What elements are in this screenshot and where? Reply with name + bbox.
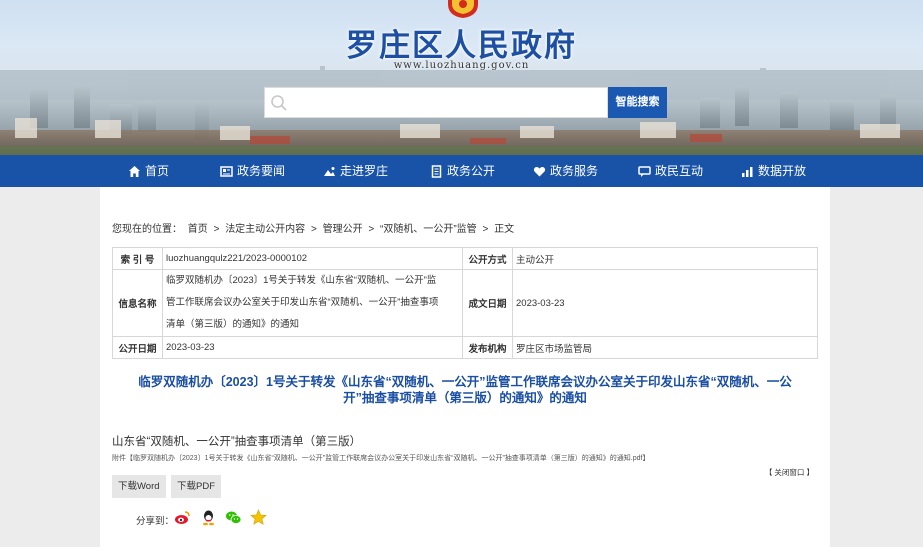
breadcrumb-separator: > [482,224,489,235]
close-window-link[interactable]: 【 关闭窗口 】 [765,467,814,478]
breadcrumb-separator: > [213,224,220,235]
nav-label: 首页 [145,164,170,178]
attachment-link[interactable]: 附件【临罗双随机办〔2023〕1号关于转发《山东省“双随机、一公开”监管工作联席… [112,453,649,463]
nav-label: 政务服务 [550,164,599,178]
nav-label: 政民互动 [655,164,704,178]
chart-icon [742,166,753,177]
document-title-line: 开”抽查事项清单（第三版）的通知》的通知 [343,391,587,405]
publisher-label: 发布机构 [462,336,513,359]
document-icon [431,164,442,178]
index-label: 索 引 号 [112,247,163,270]
qq-icon[interactable] [200,509,217,526]
table-row: 索 引 号 luozhuangqulz221/2023-0000102 公开方式… [112,247,818,270]
index-value: luozhuangqulz221/2023-0000102 [162,247,463,270]
breadcrumb-current: 正文 [494,224,515,235]
site-title: 罗庄区人民政府 [346,28,577,64]
nav-label: 政务要闻 [237,164,286,178]
info-name-line: 临罗双随机办〔2023〕1号关于转发《山东省“双随机、一公开”监 [166,275,437,286]
open-mode-label: 公开方式 [462,247,513,270]
document-title-line: 临罗双随机办〔2023〕1号关于转发《山东省“双随机、一公开”监管工作联席会议办… [138,375,792,389]
info-name-label: 信息名称 [112,269,163,337]
download-word-button[interactable]: 下载Word [112,475,166,498]
breadcrumb-separator: > [368,224,375,235]
published-date-label: 公开日期 [112,336,163,359]
breadcrumb-link-statutory[interactable]: 法定主动公开内容 [225,224,305,235]
nav-item-home[interactable]: 首页 [128,155,169,187]
share-label: 分享到： [136,516,175,527]
created-date-value: 2023-03-23 [512,269,818,337]
nav-item-open-gov[interactable]: 政务公开 [430,155,495,187]
wechat-icon[interactable] [225,509,242,526]
info-table: 索 引 号 luozhuangqulz221/2023-0000102 公开方式… [112,247,818,359]
newspaper-icon [220,165,233,177]
info-name-line: 管工作联席会议办公室关于印发山东省“双随机、一公开”抽查事项 [166,297,439,308]
download-pdf-button[interactable]: 下载PDF [171,475,222,498]
document-title: 临罗双随机办〔2023〕1号关于转发《山东省“双随机、一公开”监管工作联席会议办… [120,374,810,406]
site-url: www.luozhuang.gov.cn [393,60,530,71]
header-banner: 罗庄区人民政府 www.luozhuang.gov.cn 智能搜索 [0,0,923,155]
heart-icon [533,166,546,176]
nav-label: 数据开放 [758,164,807,178]
nav-label: 走进罗庄 [340,164,389,178]
chat-icon [638,165,651,177]
search-button[interactable]: 智能搜索 [608,87,667,118]
star-favorite-icon[interactable] [250,509,267,526]
search-input[interactable] [264,87,608,118]
created-date-label: 成文日期 [462,269,513,337]
nav-item-open-data[interactable]: 数据开放 [741,155,806,187]
home-icon [129,165,140,177]
breadcrumb-prefix: 您现在的位置： [112,224,182,235]
nav-item-news[interactable]: 政务要闻 [220,155,285,187]
national-emblem-logo [448,0,478,18]
breadcrumb-link-home[interactable]: 首页 [188,224,208,235]
breadcrumb-link-supervision[interactable]: “双随机、一公开”监管 [380,224,477,235]
published-date-value: 2023-03-23 [162,336,463,359]
main-nav: 首页 政务要闻 走进罗庄 政务公开 政务服务 政民互动 数据开放 [0,155,923,187]
table-row: 公开日期 2023-03-23 发布机构 罗庄区市场监管局 [112,336,818,359]
nav-item-interaction[interactable]: 政民互动 [638,155,703,187]
search-icon [271,95,287,111]
attachment-title: 山东省“双随机、一公开”抽查事项清单（第三版） [112,436,362,448]
info-name-line: 清单（第三版）的通知》的通知 [166,319,300,330]
breadcrumb-separator: > [310,224,317,235]
breadcrumb-link-management[interactable]: 管理公开 [323,224,363,235]
info-name-value: 临罗双随机办〔2023〕1号关于转发《山东省“双随机、一公开”监 管工作联席会议… [162,269,463,337]
breadcrumb: 您现在的位置： 首页 > 法定主动公开内容 > 管理公开 > “双随机、一公开”… [112,220,517,235]
weibo-icon[interactable] [174,509,191,526]
table-row: 信息名称 临罗双随机办〔2023〕1号关于转发《山东省“双随机、一公开”监 管工… [112,269,818,337]
content-card: 您现在的位置： 首页 > 法定主动公开内容 > 管理公开 > “双随机、一公开”… [100,187,830,547]
open-mode-value: 主动公开 [512,247,818,270]
publisher-value: 罗庄区市场监管局 [512,336,818,359]
nav-item-services[interactable]: 政务服务 [533,155,598,187]
nav-label: 政务公开 [447,164,496,178]
landscape-icon [324,166,335,176]
nav-item-about[interactable]: 走进罗庄 [323,155,388,187]
